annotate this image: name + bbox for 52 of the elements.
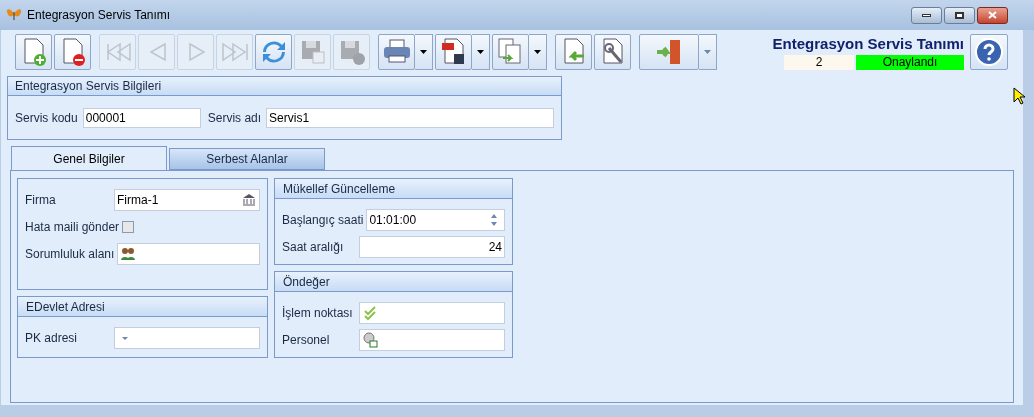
group-header: Entegrasyon Servis Bilgileri xyxy=(8,77,561,96)
field-label: PK adresi xyxy=(25,330,79,347)
caret-icon xyxy=(704,50,711,54)
field-label: Personel xyxy=(282,332,331,349)
print-button[interactable] xyxy=(378,34,415,70)
input-field[interactable]: Firma-1 xyxy=(114,189,260,211)
people-icon[interactable] xyxy=(120,246,137,262)
help-button[interactable] xyxy=(970,34,1008,70)
input-field[interactable]: 24 xyxy=(359,236,505,258)
butterfly-icon xyxy=(6,8,22,22)
refresh-button[interactable] xyxy=(255,34,292,70)
checkbox[interactable] xyxy=(122,221,135,233)
input-field[interactable] xyxy=(117,243,260,265)
dropdown-button[interactable] xyxy=(415,34,433,70)
group-header: EDevlet Adresi xyxy=(18,297,267,317)
window-title: Entegrasyon Servis Tanımı xyxy=(27,7,171,24)
caret-icon xyxy=(534,50,541,54)
delete-button[interactable] xyxy=(54,34,91,70)
pdf-button[interactable] xyxy=(435,34,472,70)
field-label: Başlangıç saati xyxy=(282,212,365,229)
mouse-cursor-icon xyxy=(1013,87,1025,105)
import-button[interactable] xyxy=(555,34,592,70)
field-label: Servis adı xyxy=(207,109,262,127)
help-icon xyxy=(975,38,1003,66)
field-label: Hata maili gönder xyxy=(25,219,121,236)
field-label: İşlem noktası xyxy=(282,305,354,322)
double-check-icon[interactable] xyxy=(362,305,378,321)
input-field[interactable] xyxy=(114,327,260,349)
tab[interactable]: Serbest Alanlar xyxy=(169,148,325,170)
group-header: Öndeğer xyxy=(275,272,512,292)
close-icon xyxy=(988,11,997,19)
field-label: Servis kodu xyxy=(15,109,78,127)
dropdown-button[interactable] xyxy=(472,34,490,70)
field-label: Saat aralığı xyxy=(282,239,345,256)
input-field[interactable] xyxy=(359,329,505,351)
caret-icon xyxy=(477,50,484,54)
new-button[interactable] xyxy=(15,34,52,70)
input-field[interactable]: Servis1 xyxy=(266,107,554,128)
input-field[interactable] xyxy=(359,302,505,324)
caret-icon xyxy=(420,50,427,54)
exit-button[interactable] xyxy=(639,34,699,70)
tab[interactable]: Genel Bilgiler xyxy=(11,146,167,170)
field-label: Firma xyxy=(25,192,57,209)
field-label: Sorumluluk alanı xyxy=(25,246,116,263)
input-field[interactable]: 01:01:00 xyxy=(366,209,505,231)
form-heading: Entegrasyon Servis Tanımı xyxy=(772,34,964,53)
bank-icon[interactable] xyxy=(241,192,257,208)
close-button[interactable] xyxy=(977,6,1008,24)
maximize-button[interactable] xyxy=(944,6,975,24)
dropdown-button[interactable] xyxy=(529,34,547,70)
group-header: Mükellef Güncelleme xyxy=(275,179,512,199)
minimize-button[interactable] xyxy=(911,6,942,24)
